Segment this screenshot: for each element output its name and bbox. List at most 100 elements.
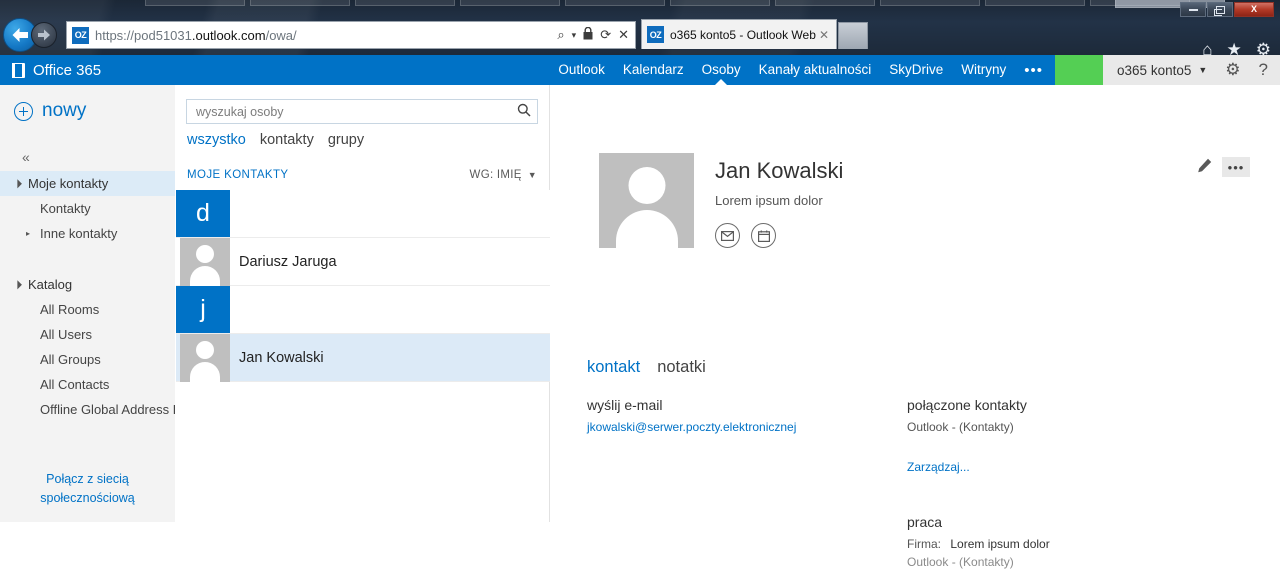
account-name[interactable]: o365 konto5: [1117, 63, 1191, 78]
search-provider-icon[interactable]: ⌕: [557, 27, 564, 43]
contact-rows: d Dariusz Jaruga j Jan Kowalski: [176, 190, 550, 382]
nav-item-kalendarz[interactable]: Kalendarz: [614, 55, 693, 85]
sidebar-item-label: All Contacts: [40, 377, 110, 392]
new-tab-button[interactable]: [838, 22, 868, 49]
office365-brand[interactable]: Office 365: [12, 62, 101, 79]
list-item[interactable]: Dariusz Jaruga: [176, 237, 550, 286]
browser-tab[interactable]: OZ o365 konto5 - Outlook Web... ✕: [641, 19, 837, 49]
more-actions-button[interactable]: •••: [1222, 157, 1250, 177]
brand-label: Office 365: [33, 61, 102, 79]
search-provider-caret-icon[interactable]: ▾: [572, 30, 577, 41]
browser-tab-title: o365 konto5 - Outlook Web...: [670, 27, 816, 42]
detail-tabs: kontakt notatki: [587, 358, 706, 377]
contact-detail-pane: ••• Jan Kowalski Lorem ipsum dolor konta…: [551, 85, 1280, 569]
office365-suite-bar: Office 365 Outlook Kalendarz Osoby Kanał…: [0, 55, 1280, 85]
connect-social-network-link[interactable]: Połącz z siecią społecznościową: [0, 470, 175, 508]
sort-dropdown[interactable]: WG: IMIĘ ▼: [470, 169, 537, 181]
work-section-heading: praca: [907, 514, 943, 530]
address-bar[interactable]: OZ https://pod51031.outlook.com/owa/ ⌕ ▾…: [66, 21, 636, 49]
left-sidebar: nowy « Moje kontakty Kontakty Inne konta…: [0, 85, 175, 522]
nav-overflow-icon[interactable]: •••: [1015, 62, 1055, 79]
office-logo-icon: [12, 62, 25, 78]
contact-email-link[interactable]: jkowalski@serwer.poczty.elektronicznej: [587, 420, 796, 434]
window-restore-button[interactable]: [1207, 2, 1233, 17]
tab-notatki[interactable]: notatki: [657, 358, 706, 377]
cut-off-tabstrip: [0, 0, 1280, 9]
new-contact-label: nowy: [42, 100, 87, 121]
nav-item-witryny[interactable]: Witryny: [952, 55, 1015, 85]
browser-window-chrome: X OZ https://pod51031.outlook.com/owa/ ⌕…: [0, 0, 1280, 55]
sidebar-item-all-groups[interactable]: All Groups: [0, 347, 175, 372]
refresh-icon[interactable]: ⟳: [600, 27, 611, 43]
status-accent-block: [1055, 55, 1104, 85]
email-section-heading: wyślij e-mail: [587, 397, 663, 413]
favorites-icon[interactable]: ★: [1227, 40, 1242, 55]
sidebar-item-all-contacts[interactable]: All Contacts: [0, 372, 175, 397]
work-company-value: Lorem ipsum dolor: [950, 537, 1050, 551]
sidebar-item-offline-global-address-list[interactable]: Offline Global Address List: [0, 397, 175, 422]
group-letter-badge: d: [176, 190, 230, 237]
new-contact-button[interactable]: nowy: [0, 85, 175, 122]
calendar-icon[interactable]: [751, 223, 776, 248]
connect-social-line2: społecznościową: [40, 491, 135, 505]
list-group-header: j: [176, 286, 550, 334]
forward-button[interactable]: [31, 22, 57, 48]
chevron-down-icon[interactable]: ▼: [1198, 65, 1207, 75]
sidebar-item-label: All Rooms: [40, 302, 100, 317]
lock-icon[interactable]: [583, 26, 593, 43]
nav-item-skydrive[interactable]: SkyDrive: [880, 55, 952, 85]
window-close-button[interactable]: X: [1234, 2, 1274, 17]
plus-circle-icon: [14, 101, 33, 121]
tab-kontakt[interactable]: kontakt: [587, 358, 640, 377]
contact-hero-info: Jan Kowalski Lorem ipsum dolor: [715, 153, 843, 248]
suite-account-area: o365 konto5 ▼ ⚙ ?: [1103, 55, 1280, 85]
group-letter-badge: j: [176, 286, 230, 333]
mail-icon[interactable]: [715, 223, 740, 248]
collapse-sidebar-icon[interactable]: «: [0, 122, 175, 165]
page-title: Jan Kowalski: [715, 158, 844, 183]
search-icon[interactable]: [511, 103, 537, 120]
sidebar-item-label: All Users: [40, 327, 93, 342]
filter-kontakty[interactable]: kontakty: [260, 132, 314, 148]
search-input[interactable]: [187, 104, 511, 119]
nav-item-kanaly-aktualnosci[interactable]: Kanały aktualności: [750, 55, 881, 85]
contact-hero: Jan Kowalski Lorem ipsum dolor: [599, 153, 843, 248]
sidebar-item-moje-kontakty[interactable]: Moje kontakty: [0, 171, 175, 196]
sort-label: WG: IMIĘ: [469, 169, 522, 181]
contact-list-pane: wszystko kontakty grupy MOJE KONTAKTY WG…: [175, 85, 550, 522]
sidebar-item-all-users[interactable]: All Users: [0, 322, 175, 347]
url-text: https://pod51031.outlook.com/owa/: [95, 27, 297, 43]
detail-column-left: wyślij e-mail jkowalski@serwer.poczty.el…: [587, 397, 887, 436]
tab-close-icon[interactable]: ✕: [816, 28, 832, 42]
filter-wszystko[interactable]: wszystko: [187, 132, 246, 148]
help-icon[interactable]: ?: [1259, 60, 1268, 80]
nav-item-osoby[interactable]: Osoby: [693, 55, 750, 85]
edit-pencil-icon[interactable]: [1197, 158, 1212, 177]
stop-icon[interactable]: ✕: [618, 27, 629, 43]
current-folder-title: MOJE KONTAKTY: [187, 169, 289, 181]
browser-command-bar: ⌂ ★ ⚙: [1202, 40, 1271, 55]
sidebar-item-label: All Groups: [40, 352, 101, 367]
sidebar-item-all-rooms[interactable]: All Rooms: [0, 297, 175, 322]
connect-social-line1: Połącz z siecią: [46, 472, 129, 486]
main-content: nowy « Moje kontakty Kontakty Inne konta…: [0, 85, 1280, 569]
search-box[interactable]: [186, 99, 538, 124]
sidebar-item-inne-kontakty[interactable]: Inne kontakty: [0, 221, 175, 246]
contact-name: Jan Kowalski: [239, 349, 324, 366]
nav-item-outlook[interactable]: Outlook: [549, 55, 614, 85]
avatar: [180, 237, 230, 286]
manage-link[interactable]: Zarządzaj...: [907, 460, 970, 474]
sidebar-item-katalog[interactable]: Katalog: [0, 272, 175, 297]
chevron-expanded-icon: [14, 280, 22, 289]
sidebar-item-kontakty[interactable]: Kontakty: [0, 196, 175, 221]
chevron-collapsed-icon: [26, 229, 34, 238]
tools-gear-icon[interactable]: ⚙: [1256, 40, 1271, 55]
sidebar-item-label: Katalog: [28, 277, 73, 292]
filter-grupy[interactable]: grupy: [328, 132, 364, 148]
list-item[interactable]: Jan Kowalski: [176, 333, 550, 382]
home-icon[interactable]: ⌂: [1202, 40, 1212, 55]
window-minimize-button[interactable]: [1180, 2, 1206, 17]
sidebar-item-label: Inne kontakty: [40, 226, 118, 241]
gear-icon[interactable]: ⚙: [1225, 60, 1240, 80]
site-favicon-icon: OZ: [72, 26, 89, 44]
